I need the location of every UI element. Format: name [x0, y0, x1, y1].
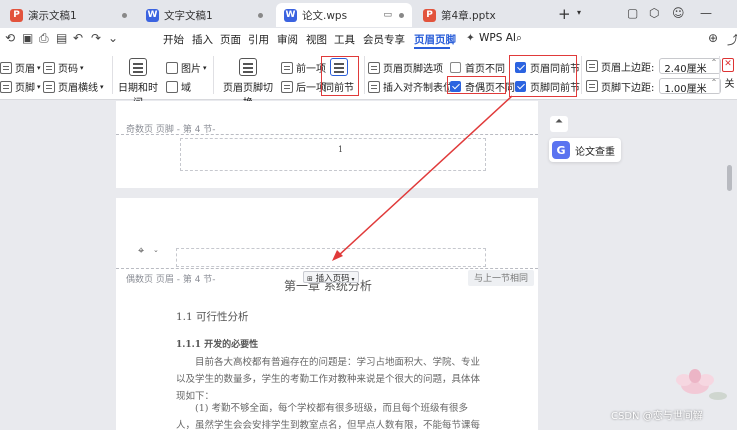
vertical-scrollbar[interactable]: [727, 165, 732, 191]
flower-decoration-icon: [676, 369, 727, 400]
annotation-arrow: [332, 95, 513, 261]
paper-check-button[interactable]: G 论文查重: [549, 138, 621, 162]
watermark: CSDN @恋与世间解: [611, 411, 703, 422]
paper-check-icon: G: [552, 141, 570, 159]
collapse-panel-icon[interactable]: ⏶: [550, 116, 568, 132]
